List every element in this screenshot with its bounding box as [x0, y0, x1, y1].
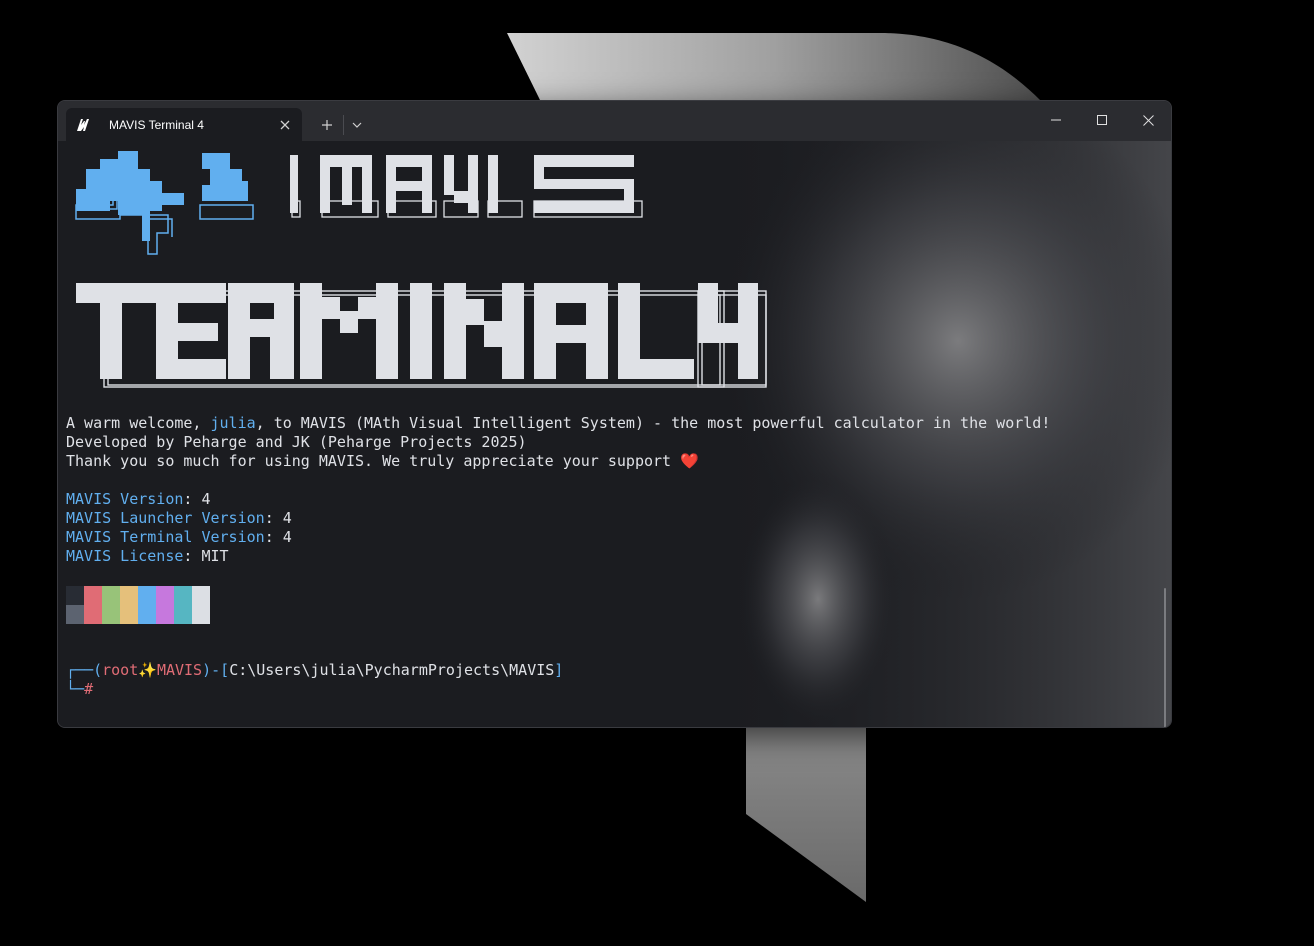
terminal-window: MAVIS Terminal 4 A warm welcome, julia, … [57, 100, 1172, 728]
welcome-line: A warm welcome, julia, to MAVIS (MAth Vi… [66, 414, 1051, 432]
heart-icon: ❤️ [680, 452, 699, 470]
palette-swatch-bottom-7 [192, 605, 210, 624]
palette-swatch-top-4 [138, 586, 156, 605]
palette-swatch-top-1 [84, 586, 102, 605]
info-launcher-version: MAVIS Launcher Version: 4 [66, 509, 292, 527]
tab-close-icon[interactable] [274, 114, 296, 136]
banner-terminal-text [76, 283, 767, 388]
palette-swatch-top-7 [192, 586, 210, 605]
chevron-down-icon[interactable] [345, 113, 369, 137]
palette-swatch-bottom-3 [120, 605, 138, 624]
username: julia [210, 414, 256, 432]
tab-mavis-terminal[interactable]: MAVIS Terminal 4 [66, 108, 302, 141]
terminal-content[interactable]: A warm welcome, julia, to MAVIS (MAth Vi… [58, 141, 1171, 727]
prompt-line: ┌──(root✨MAVIS)-[C:\Users\julia\PycharmP… [66, 661, 564, 679]
mavis-banner-logo [75, 151, 254, 255]
palette-swatch-top-0 [66, 586, 84, 605]
palette-swatch-bottom-5 [156, 605, 174, 624]
info-license: MAVIS License: MIT [66, 547, 229, 565]
palette-swatch-bottom-6 [174, 605, 192, 624]
prompt-symbol: # [84, 680, 94, 698]
scrollbar[interactable] [1164, 588, 1166, 727]
palette-swatch-top-3 [120, 586, 138, 605]
mavis-logo-icon [75, 116, 93, 134]
info-version: MAVIS Version: 4 [66, 490, 211, 508]
palette-swatch-top-6 [174, 586, 192, 605]
maximize-icon[interactable] [1079, 101, 1125, 139]
prompt-input-line[interactable]: └─# [66, 680, 93, 699]
palette-swatch-top-5 [156, 586, 174, 605]
ascii-banner [75, 151, 767, 388]
palette-swatch-bottom-2 [102, 605, 120, 624]
thanks-line: Thank you so much for using MAVIS. We tr… [66, 452, 699, 470]
palette-swatch-bottom-4 [138, 605, 156, 624]
palette-swatch-bottom-1 [84, 605, 102, 624]
minimize-icon[interactable] [1033, 101, 1079, 139]
current-path: C:\Users\julia\PycharmProjects\MAVIS [229, 661, 555, 679]
sparkle-icon: ✨ [138, 661, 157, 679]
info-terminal-version: MAVIS Terminal Version: 4 [66, 528, 292, 546]
plus-icon[interactable] [315, 113, 339, 137]
palette-swatch-top-2 [102, 586, 120, 605]
tab-title: MAVIS Terminal 4 [109, 117, 204, 132]
developed-line: Developed by Peharge and JK (Peharge Pro… [66, 433, 527, 451]
palette-swatch-bottom-0 [66, 605, 84, 624]
title-bar: MAVIS Terminal 4 [58, 101, 1171, 141]
close-icon[interactable] [1125, 101, 1171, 139]
banner-mavis-text [290, 155, 643, 218]
tab-separator [343, 115, 344, 135]
